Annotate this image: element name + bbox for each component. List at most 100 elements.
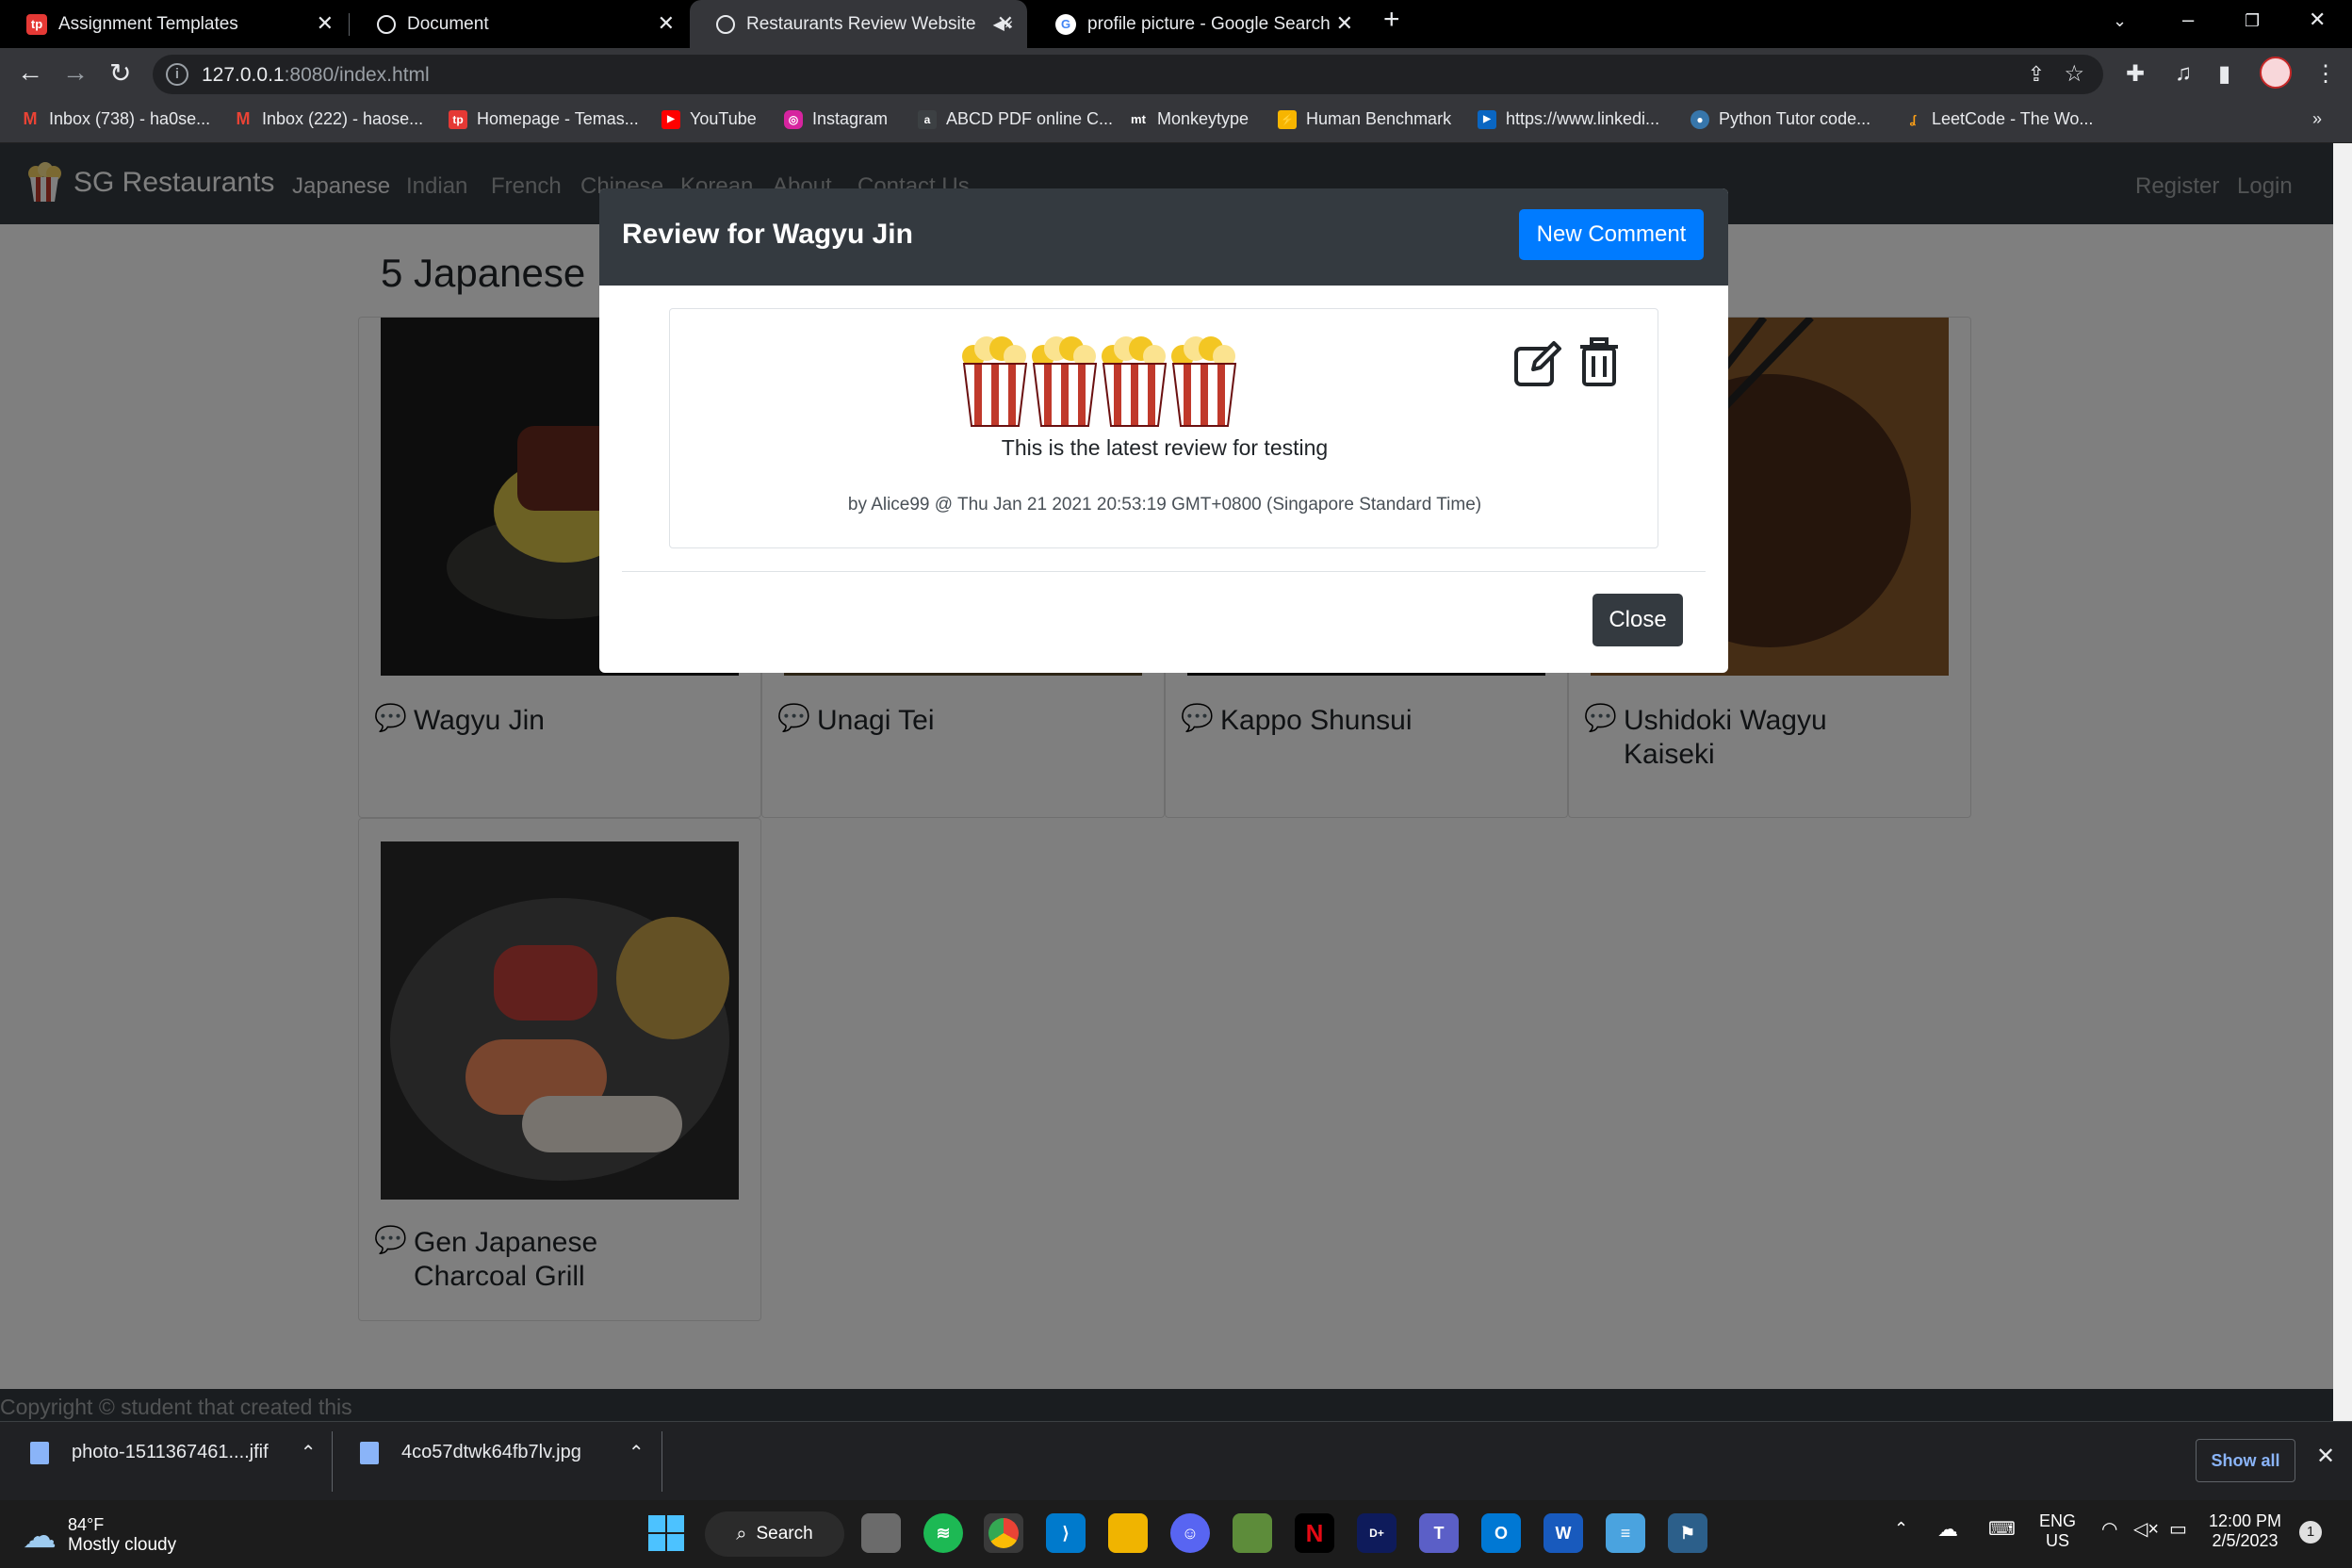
back-icon[interactable]: ← [17, 57, 43, 88]
close-button[interactable]: Close [1592, 594, 1683, 646]
tab-restaurants-review[interactable]: Restaurants Review Website ◀× ✕ [690, 0, 1027, 48]
site-info-icon[interactable]: i [166, 63, 188, 86]
tp-icon: tp [26, 13, 47, 35]
bookmark-star-icon[interactable]: ☆ [2064, 60, 2084, 88]
trash-icon[interactable] [1576, 337, 1622, 388]
vscode-icon[interactable]: ⟩ [1046, 1513, 1086, 1553]
restore-icon[interactable]: ❐ [2245, 11, 2260, 31]
menu-icon[interactable]: ⋮ [2314, 60, 2337, 88]
gmail-icon: M [23, 109, 38, 128]
file-explorer-icon[interactable] [1108, 1513, 1148, 1553]
bookmark-linkedin[interactable]: ▶ https://www.linkedi... [1478, 109, 1659, 129]
share-icon[interactable]: ⇪ [2028, 62, 2045, 87]
tp-icon: tp [449, 109, 467, 129]
show-all-button[interactable]: Show all [2196, 1439, 2295, 1482]
taskbar-search-label: Search [756, 1524, 813, 1544]
monkeytype-icon: mt [1131, 112, 1146, 126]
taskbar-search[interactable]: ⌕ Search [705, 1511, 844, 1557]
tab-google-search[interactable]: G profile picture - Google Search ✕ [1029, 0, 1366, 48]
address-bar[interactable]: i 127.0.0.1:8080/index.html ⇪ ☆ [153, 55, 2103, 94]
weather-widget[interactable]: ☁ 84°F Mostly cloudy [23, 1515, 176, 1556]
bookmark-gmail-2[interactable]: M Inbox (222) - haose... [234, 109, 424, 129]
tray-overflow-icon[interactable]: ⌃ [1894, 1519, 1908, 1539]
disney-plus-icon[interactable]: D+ [1357, 1513, 1396, 1553]
page-scrollbar[interactable] [2333, 143, 2352, 1421]
bookmark-python-tutor[interactable]: ● Python Tutor code... [1690, 109, 1870, 129]
teams-icon[interactable]: T [1419, 1513, 1459, 1553]
new-comment-button[interactable]: New Comment [1519, 209, 1704, 260]
bookmark-label: Python Tutor code... [1719, 109, 1871, 128]
battery-icon[interactable]: ▭ [2169, 1517, 2187, 1541]
reload-icon[interactable]: ↻ [109, 57, 131, 89]
profile-avatar[interactable] [2260, 57, 2292, 89]
extensions-icon[interactable]: ✚ [2126, 60, 2145, 88]
bookmark-youtube[interactable]: ▶ YouTube [662, 109, 757, 129]
spotify-icon[interactable]: ≋ [923, 1513, 963, 1553]
tab-document[interactable]: Document ✕ [351, 0, 688, 48]
mysql-workbench-icon[interactable]: ⚑ [1668, 1513, 1707, 1553]
netflix-icon[interactable]: N [1295, 1513, 1334, 1553]
discord-icon[interactable]: ☺ [1170, 1513, 1210, 1553]
bookmark-label: Homepage - Temas... [477, 109, 639, 128]
notification-badge[interactable]: 1 [2299, 1521, 2322, 1544]
more-bookmarks-icon[interactable]: » [2312, 109, 2322, 129]
bookmark-monkeytype[interactable]: mt Monkeytype [1129, 109, 1249, 129]
wifi-icon[interactable]: ◠ [2101, 1517, 2117, 1541]
google-icon: G [1055, 13, 1076, 35]
notepad-icon[interactable]: ≡ [1606, 1513, 1645, 1553]
instagram-icon: ◎ [784, 109, 803, 129]
close-tab-icon[interactable]: ✕ [1336, 11, 1353, 36]
popcorn-rating-icons [962, 335, 1236, 427]
close-tab-icon[interactable]: ✕ [658, 11, 675, 36]
tab-title: Restaurants Review Website [746, 13, 976, 34]
tab-assignment-templates[interactable]: tp Assignment Templates ✕ [0, 0, 347, 48]
linkedin-icon: ▶ [1478, 109, 1496, 129]
media-control-icon[interactable]: ♫ [2175, 60, 2192, 87]
word-icon[interactable]: W [1544, 1513, 1583, 1553]
keyboard-icon[interactable]: ⌨ [1988, 1517, 2016, 1541]
weather-temp: 84°F [68, 1515, 105, 1534]
task-view-icon[interactable] [861, 1513, 901, 1553]
bookmark-label: Inbox (738) - ha0se... [49, 109, 211, 128]
close-downloads-icon[interactable]: ✕ [2316, 1443, 2335, 1470]
minecraft-icon[interactable] [1233, 1513, 1272, 1553]
bookmark-gmail-1[interactable]: M Inbox (738) - ha0se... [21, 109, 211, 129]
tab-title: Assignment Templates [58, 13, 238, 34]
clock[interactable]: 12:00 PM 2/5/2023 [2209, 1511, 2281, 1551]
side-panel-icon[interactable]: ▮ [2218, 60, 2230, 88]
window-close-icon[interactable]: ✕ [2309, 8, 2326, 32]
review-meta: by Alice99 @ Thu Jan 21 2021 20:53:19 GM… [847, 495, 1482, 514]
bookmark-abcd-pdf[interactable]: a ABCD PDF online C... [918, 109, 1113, 129]
bookmark-instagram[interactable]: ◎ Instagram [784, 109, 888, 129]
rating-popcorn-row [960, 335, 1252, 430]
chevron-up-icon[interactable]: ⌃ [629, 1441, 645, 1464]
onedrive-icon[interactable]: ☁ [1937, 1517, 1958, 1542]
language-indicator[interactable]: ENG US [2039, 1511, 2076, 1551]
bookmark-leetcode[interactable]: ʆ LeetCode - The Wo... [1903, 109, 2094, 129]
new-tab-icon[interactable]: + [1383, 4, 1400, 36]
tab-search-icon[interactable]: ⌄ [2113, 11, 2127, 31]
review-modal: Review for Wagyu Jin New Comment This is… [599, 188, 1728, 673]
globe-icon [377, 14, 396, 34]
edit-icon[interactable] [1512, 337, 1563, 388]
forward-icon[interactable]: → [62, 57, 89, 88]
volume-muted-icon[interactable]: ◁× [2133, 1517, 2159, 1541]
bookmark-label: Monkeytype [1157, 109, 1250, 128]
outlook-icon[interactable]: O [1481, 1513, 1521, 1553]
close-tab-icon[interactable]: ✕ [317, 11, 334, 36]
minimize-icon[interactable]: – [2182, 8, 2194, 32]
bookmark-human-benchmark[interactable]: ⚡ Human Benchmark [1278, 109, 1451, 129]
chrome-icon[interactable] [984, 1513, 1023, 1553]
browser-toolbar: ← → ↻ i 127.0.0.1:8080/index.html ⇪ ☆ ✚ … [0, 48, 2352, 102]
close-tab-icon[interactable]: ✕ [997, 11, 1014, 36]
leetcode-icon: ʆ [1909, 112, 1917, 126]
clock-time: 12:00 PM [2209, 1511, 2282, 1530]
popcorn-icon [962, 336, 1028, 427]
download-item[interactable]: photo-1511367461....jfif ⌃ [30, 1441, 316, 1464]
download-item[interactable]: 4co57dtwk64fb7lv.jpg ⌃ [360, 1441, 645, 1464]
search-icon: ⌕ [736, 1523, 747, 1544]
windows-start-icon[interactable] [646, 1513, 686, 1553]
bookmark-homepage[interactable]: tp Homepage - Temas... [449, 109, 639, 129]
chevron-up-icon[interactable]: ⌃ [301, 1441, 317, 1464]
lang-top: ENG [2039, 1511, 2077, 1530]
